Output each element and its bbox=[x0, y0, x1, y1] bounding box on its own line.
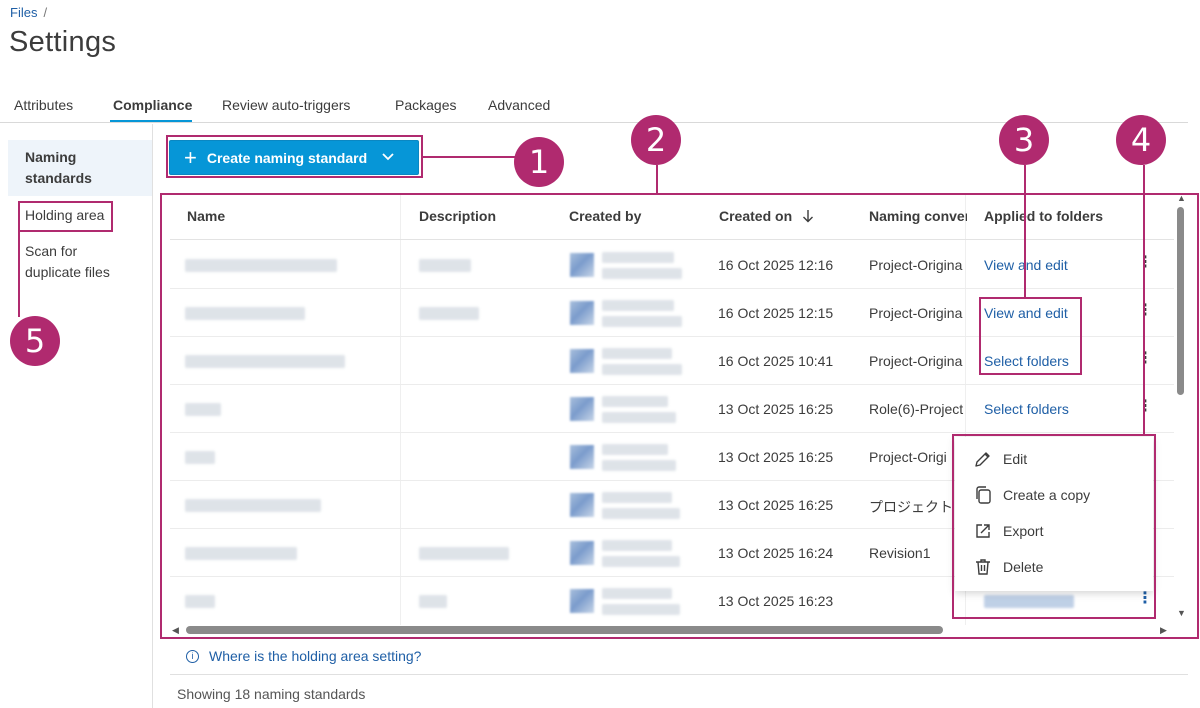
annotation-box-applied-links bbox=[979, 297, 1082, 375]
holding-area-info-link[interactable]: i Where is the holding area setting? bbox=[186, 648, 421, 664]
sidebar-item-label: Naming bbox=[25, 149, 77, 165]
callout-5: 5 bbox=[10, 316, 60, 366]
breadcrumb-files-link[interactable]: Files bbox=[10, 5, 37, 20]
annotation-box-create-button bbox=[166, 135, 423, 178]
callout-1: 1 bbox=[514, 137, 564, 187]
tab-compliance[interactable]: Compliance bbox=[113, 97, 192, 113]
annotation-leader-line bbox=[1024, 165, 1026, 298]
callout-4: 4 bbox=[1116, 115, 1166, 165]
info-link-label: Where is the holding area setting? bbox=[209, 648, 422, 664]
callout-3: 3 bbox=[999, 115, 1049, 165]
annotation-leader-line bbox=[18, 231, 20, 317]
page-title: Settings bbox=[9, 26, 117, 58]
tab-review-auto-triggers[interactable]: Review auto-triggers bbox=[222, 97, 350, 113]
annotation-box-context-menu bbox=[952, 434, 1156, 619]
annotation-leader-line bbox=[1143, 165, 1145, 435]
tab-attributes[interactable]: Attributes bbox=[14, 97, 73, 113]
annotation-box-holding-area bbox=[18, 201, 113, 232]
sidebar-item-scan-duplicates[interactable]: Scan for duplicate files bbox=[8, 241, 152, 283]
breadcrumb-separator: / bbox=[43, 5, 48, 20]
active-tab-indicator bbox=[110, 120, 192, 122]
sidebar-item-label: Scan for bbox=[25, 243, 78, 259]
footer-divider bbox=[170, 674, 1188, 675]
callout-2: 2 bbox=[631, 115, 681, 165]
breadcrumb: Files / bbox=[10, 5, 47, 20]
sidebar-item-naming-standards[interactable]: Naming standards bbox=[8, 140, 152, 196]
annotation-leader-line bbox=[423, 156, 515, 158]
annotation-leader-line bbox=[656, 165, 658, 194]
info-icon: i bbox=[186, 649, 199, 663]
sidebar-item-label: standards bbox=[25, 170, 92, 186]
sidebar-item-label: duplicate files bbox=[25, 264, 110, 280]
tab-advanced[interactable]: Advanced bbox=[488, 97, 550, 113]
tab-packages[interactable]: Packages bbox=[395, 97, 456, 113]
result-count: Showing 18 naming standards bbox=[177, 686, 366, 702]
